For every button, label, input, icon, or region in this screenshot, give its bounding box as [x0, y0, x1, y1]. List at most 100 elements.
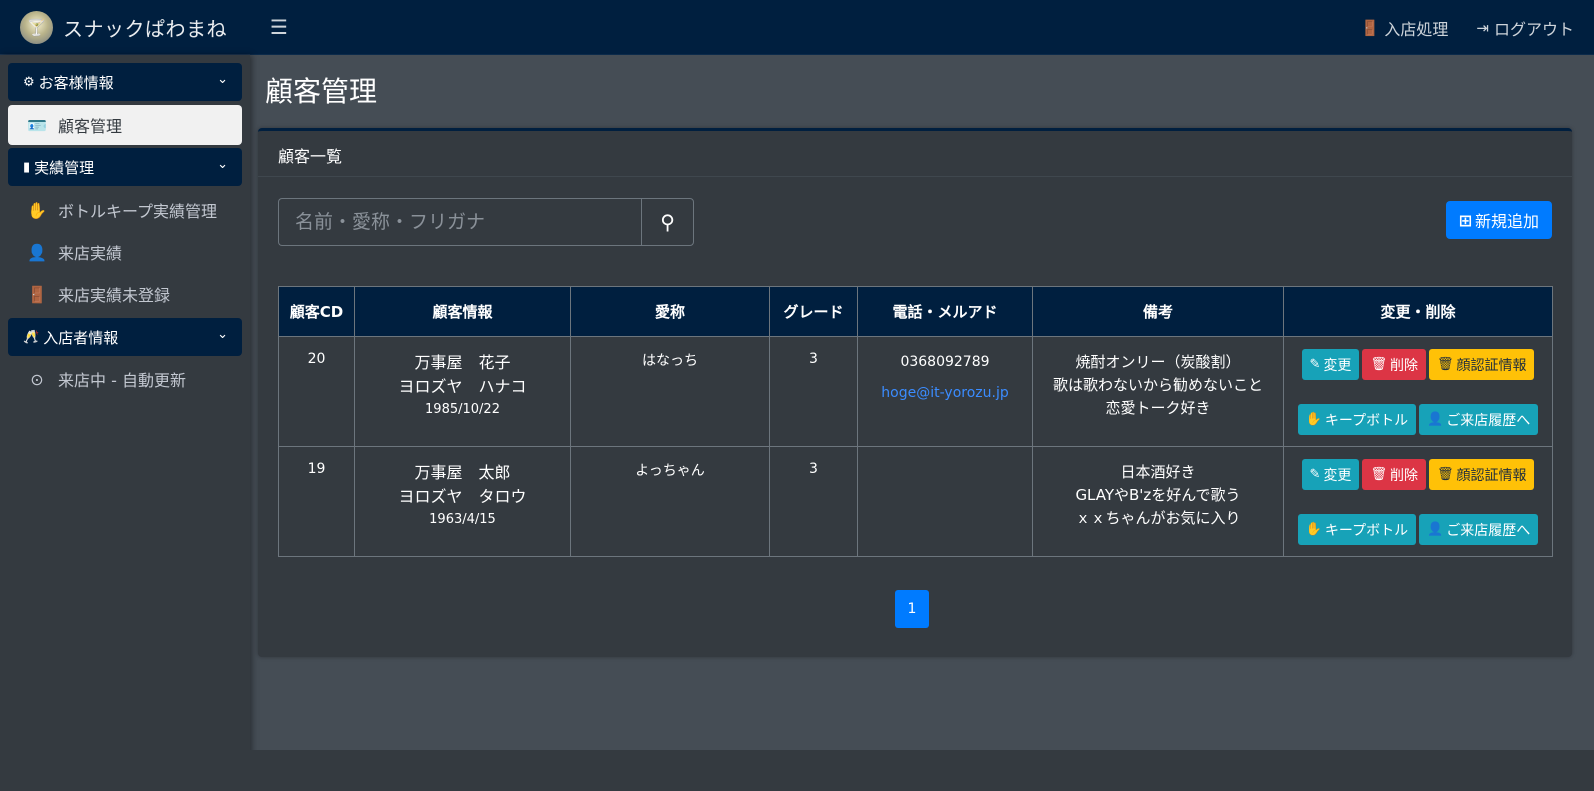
customer-info: 万事屋 花子 ヨロズヤ ハナコ 1985/10/22	[354, 336, 571, 447]
column-header: 愛称	[570, 286, 770, 337]
sidebar-item-customer-management[interactable]: 🪪 顧客管理	[8, 105, 242, 145]
logout-label: ログアウト	[1493, 19, 1574, 39]
visit-history-label: ご来店履歴へ	[1446, 412, 1531, 429]
keep-bottle-button[interactable]: ✋ キープボトル	[1297, 514, 1417, 545]
sidebar-item-label: 来店実績未登録	[58, 286, 171, 305]
customer-cd: 20	[278, 336, 355, 447]
customer-contact	[857, 446, 1033, 557]
column-header: 電話・メルアド	[857, 286, 1033, 337]
trash-icon: 🗑	[1370, 357, 1387, 372]
delete-label: 削除	[1389, 467, 1418, 484]
glass-icon: 🥂	[23, 329, 40, 345]
sidebar: ⚙ お客様情報 ⌄ 🪪 顧客管理 ▮ 実績管理 ⌄ ✋ ボトルキープ実績管理 👤…	[0, 55, 250, 791]
checkin-link[interactable]: 🚪 入店処理	[1361, 16, 1449, 40]
top-navbar: 🍸 スナックぱわまね ☰ 🚪 入店処理 ⇥ ログアウト	[0, 0, 1594, 55]
sidebar-item-visit-record[interactable]: 👤 来店実績	[8, 232, 242, 272]
customer-kana: ヨロズヤ タロウ	[398, 487, 527, 506]
row-actions: ✎ 変更 🗑 削除 🗑 顔認証情報 ✋ キープボトル 👤 ご来店履歴へ	[1283, 446, 1553, 557]
visit-history-label: ご来店履歴へ	[1446, 522, 1531, 539]
top-right-links: 🚪 入店処理 ⇥ ログアウト	[1361, 0, 1574, 55]
column-header: 変更・削除	[1283, 286, 1553, 337]
page-title: 顧客管理	[265, 75, 378, 108]
sidebar-section-visitor-info[interactable]: 🥂 入店者情報 ⌄	[8, 318, 242, 356]
add-customer-label: 新規追加	[1474, 212, 1539, 231]
customer-email-link[interactable]: hoge@it-yorozu.jp	[858, 385, 1032, 401]
hand-icon: ✋	[1305, 412, 1322, 427]
customer-cd: 19	[278, 446, 355, 557]
chevron-down-icon: ⌄	[217, 157, 228, 172]
remark-line: 焼酎オンリー（炭酸割）	[1075, 353, 1241, 371]
customer-birthday: 1963/4/15	[429, 512, 496, 527]
sidebar-item-bottle-keep[interactable]: ✋ ボトルキープ実績管理	[8, 190, 242, 230]
customer-grade: 3	[769, 336, 858, 447]
logout-link[interactable]: ⇥ ログアウト	[1476, 16, 1574, 40]
remark-line: 恋愛トーク好き	[1105, 399, 1211, 417]
plus-square-icon: ⊞	[1458, 210, 1472, 230]
edit-button[interactable]: ✎ 変更	[1301, 459, 1360, 490]
customer-list-card: 顧客一覧 ⚲ ⊞ 新規追加 顧客CD 顧客情報 愛称 グレード 電話・メルアド …	[258, 128, 1572, 657]
logo-glass-icon: 🍸	[20, 10, 53, 44]
sign-out-icon: ⇥	[1476, 18, 1489, 37]
brand-name: スナックぱわまね	[63, 16, 227, 41]
trash-icon: 🗑	[1436, 467, 1454, 482]
add-customer-button[interactable]: ⊞ 新規追加	[1445, 201, 1552, 239]
visit-history-button[interactable]: 👤 ご来店履歴へ	[1419, 404, 1539, 435]
search-input[interactable]	[278, 198, 642, 246]
trash-icon: 🗑	[1370, 467, 1387, 482]
customer-nickname: はなっち	[570, 336, 770, 447]
sidebar-section-customer-info[interactable]: ⚙ お客様情報 ⌄	[8, 63, 242, 101]
customer-contact: 0368092789 hoge@it-yorozu.jp	[857, 336, 1033, 447]
door-icon: 🚪	[1360, 18, 1380, 37]
door-icon: 🚪	[27, 284, 47, 304]
row-actions: ✎ 変更 🗑 削除 🗑 顔認証情報 ✋ キープボトル 👤 ご来店履歴へ	[1283, 336, 1553, 447]
remark-line: GLAYやB'zを好んで歌う	[1075, 486, 1241, 504]
customer-grade: 3	[769, 446, 858, 557]
chevron-down-icon: ⌄	[217, 327, 228, 342]
face-auth-button[interactable]: 🗑 顔認証情報	[1428, 459, 1535, 490]
hamburger-icon[interactable]: ☰	[270, 15, 288, 39]
table-row: 20 万事屋 花子 ヨロズヤ ハナコ 1985/10/22 はなっち 3 036…	[278, 336, 1553, 447]
edit-button[interactable]: ✎ 変更	[1301, 349, 1360, 380]
edit-label: 変更	[1323, 357, 1352, 374]
keep-bottle-label: キープボトル	[1324, 522, 1409, 539]
user-clock-icon: 👤	[27, 242, 47, 262]
remark-line: 歌は歌わないから勧めないこと	[1052, 376, 1263, 394]
column-header: 備考	[1032, 286, 1284, 337]
delete-button[interactable]: 🗑 削除	[1362, 349, 1426, 380]
sidebar-item-label: ボトルキープ実績管理	[58, 202, 218, 221]
search-group: ⚲	[278, 198, 694, 246]
edit-label: 変更	[1323, 467, 1352, 484]
face-auth-label: 顔認証情報	[1456, 357, 1527, 374]
gear-icon: ⚙	[23, 74, 35, 90]
sidebar-item-visit-unregistered[interactable]: 🚪 来店実績未登録	[8, 274, 242, 314]
customer-table: 顧客CD 顧客情報 愛称 グレード 電話・メルアド 備考 変更・削除 20 万事…	[278, 286, 1553, 557]
footer	[250, 750, 1594, 791]
table-row: 19 万事屋 太郎 ヨロズヤ タロウ 1963/4/15 よっちゃん 3 日本酒…	[278, 446, 1553, 557]
customer-birthday: 1985/10/22	[425, 402, 500, 417]
customer-info: 万事屋 太郎 ヨロズヤ タロウ 1963/4/15	[354, 446, 571, 557]
edit-icon: ✎	[1309, 467, 1321, 482]
delete-button[interactable]: 🗑 削除	[1362, 459, 1426, 490]
table-header-row: 顧客CD 顧客情報 愛称 グレード 電話・メルアド 備考 変更・削除	[278, 286, 1553, 337]
hand-icon: ✋	[27, 200, 47, 220]
binoculars-icon: ⊙	[30, 369, 44, 389]
sidebar-item-label: 来店中 - 自動更新	[58, 371, 186, 390]
customer-name: 万事屋 花子	[414, 353, 511, 372]
column-header: 顧客情報	[354, 286, 571, 337]
sidebar-section-performance[interactable]: ▮ 実績管理 ⌄	[8, 148, 242, 186]
search-button[interactable]: ⚲	[641, 198, 694, 246]
trash-icon: 🗑	[1436, 357, 1454, 372]
keep-bottle-button[interactable]: ✋ キープボトル	[1297, 404, 1417, 435]
delete-label: 削除	[1389, 357, 1418, 374]
visit-history-button[interactable]: 👤 ご来店履歴へ	[1419, 514, 1539, 545]
customer-name: 万事屋 太郎	[414, 463, 511, 482]
card-title: 顧客一覧	[258, 131, 1572, 177]
face-auth-button[interactable]: 🗑 顔認証情報	[1428, 349, 1535, 380]
id-card-icon: 🪪	[27, 115, 47, 135]
user-clock-icon: 👤	[1427, 522, 1444, 537]
chevron-down-icon: ⌄	[217, 72, 228, 87]
pagination-page-1[interactable]: 1	[895, 590, 929, 628]
edit-icon: ✎	[1309, 357, 1321, 372]
brand[interactable]: 🍸 スナックぱわまね	[0, 0, 250, 55]
sidebar-item-visiting-now[interactable]: ⊙ 来店中 - 自動更新	[8, 359, 242, 399]
